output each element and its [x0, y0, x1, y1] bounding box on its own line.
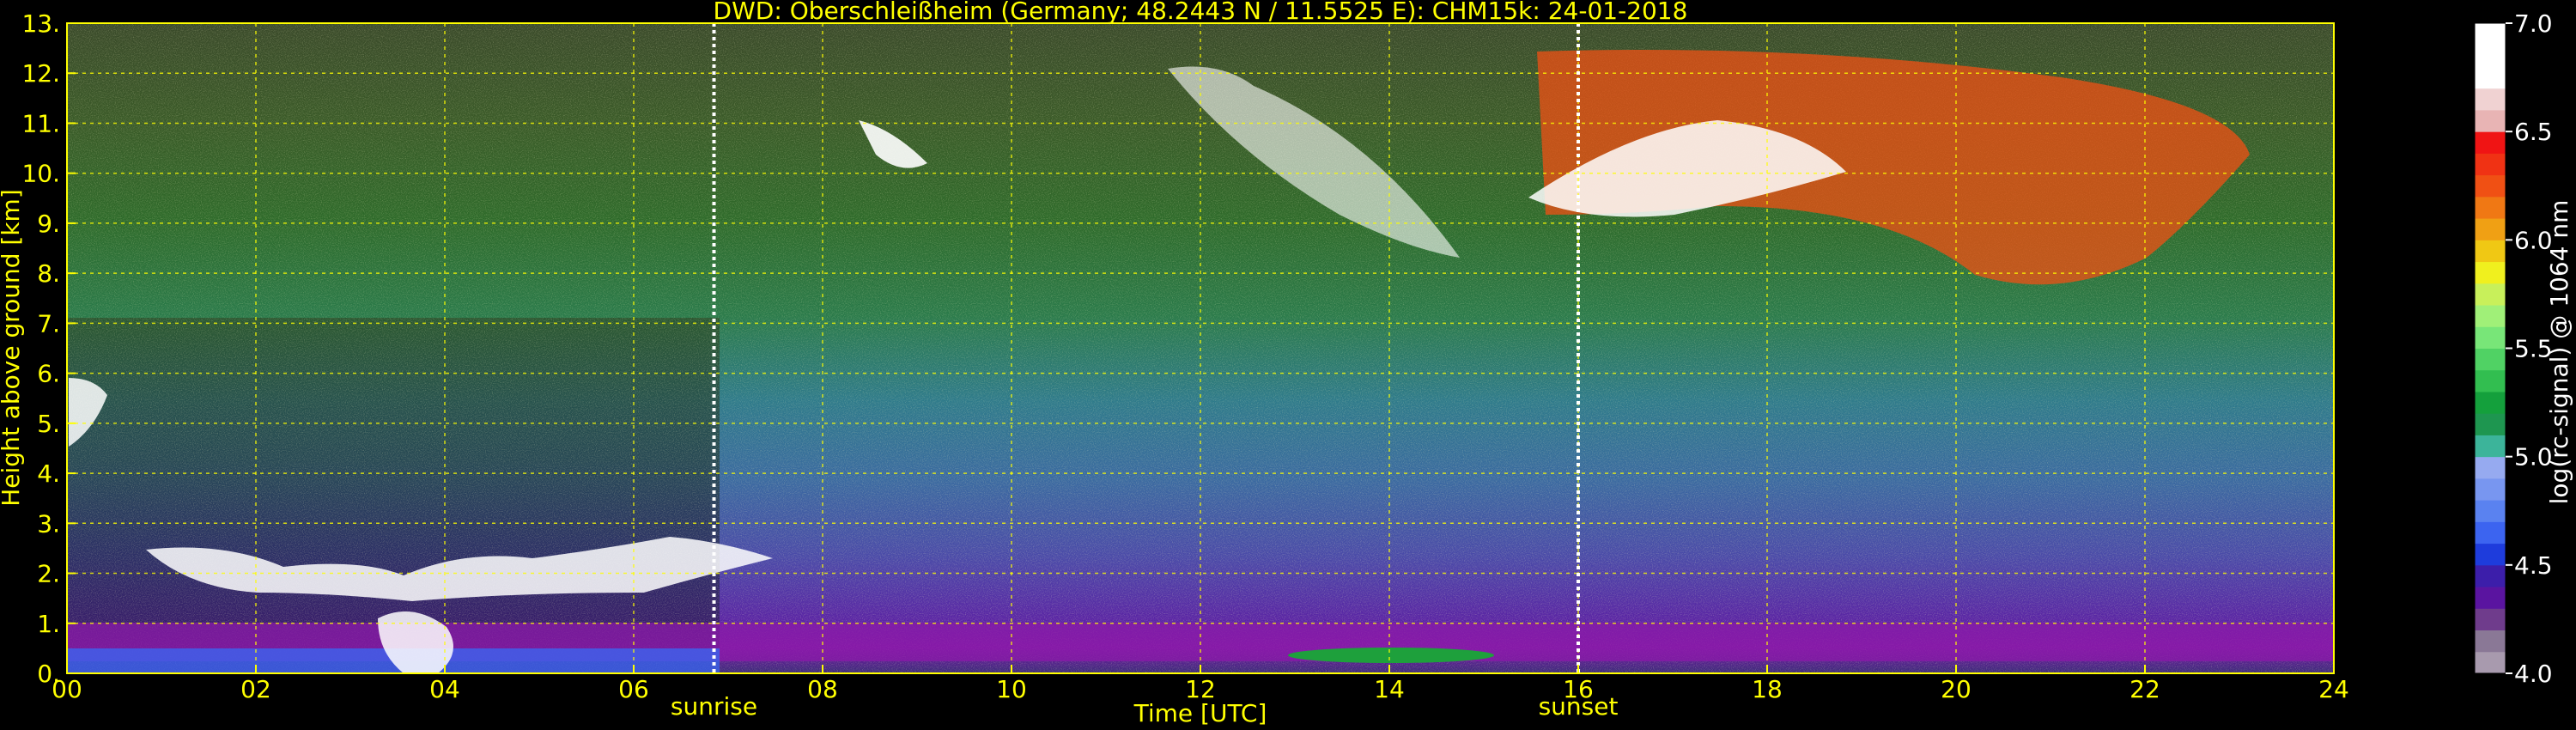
y-tick-label: 3. — [37, 509, 60, 538]
y-tick-label: 10. — [21, 160, 60, 188]
colorbar-segment — [2475, 305, 2506, 327]
x-tick-label: 14 — [1374, 675, 1405, 703]
colorbar-segment — [2475, 413, 2506, 435]
colorbar-tick-label: 4.5 — [2514, 551, 2553, 580]
y-tick-label: 1. — [37, 610, 60, 638]
x-tick-label: 22 — [2129, 675, 2160, 703]
y-tick-label: 7. — [37, 309, 60, 338]
ceilometer-chart: sunrise sunset 00 02 04 06 08 10 12 14 16 18 20 22 24… — [0, 0, 2573, 727]
colorbar-segment — [2475, 88, 2506, 111]
y-tick-label: 4. — [37, 459, 60, 488]
colorbar-tick-label: 7.0 — [2514, 9, 2553, 38]
colorbar-label: log(rc-signal) @ 1064 nm — [2545, 200, 2573, 505]
y-tick-label: 5. — [37, 410, 60, 438]
x-tick-label: 10 — [996, 675, 1027, 703]
x-tick-label: 24 — [2318, 675, 2349, 703]
colorbar-tick-label: 4.0 — [2514, 660, 2553, 688]
colorbar-tick-label: 6.5 — [2514, 118, 2553, 146]
colorbar-segment — [2475, 153, 2506, 176]
colorbar-segment — [2475, 521, 2506, 544]
colorbar-segment — [2475, 66, 2506, 89]
colorbar-segment — [2475, 587, 2506, 609]
green-aerosol-patch — [1288, 648, 1494, 663]
y-tick-label: 12. — [21, 59, 60, 88]
colorbar-segment — [2475, 218, 2506, 240]
y-tick-label: 6. — [37, 360, 60, 388]
colorbar-segment — [2475, 174, 2506, 198]
colorbar-segment — [2475, 348, 2506, 371]
colorbar-segment — [2475, 543, 2506, 566]
x-axis-label: Time [UTC] — [1133, 699, 1267, 727]
colorbar-segment — [2475, 630, 2506, 653]
y-tick-label: 9. — [37, 210, 60, 238]
x-tick-label: 02 — [240, 675, 271, 703]
colorbar-segment — [2475, 456, 2506, 479]
y-tick-label: 13. — [21, 9, 60, 38]
colorbar-segment — [2475, 196, 2506, 219]
colorbar-segment — [2475, 500, 2506, 522]
colorbar-segment — [2475, 326, 2506, 349]
colorbar-segment — [2475, 608, 2506, 631]
colorbar-segment — [2475, 283, 2506, 306]
colorbar-segment — [2475, 45, 2506, 67]
x-tick-label: 20 — [1941, 675, 1971, 703]
x-tick-label: 18 — [1752, 675, 1783, 703]
sunrise-label: sunrise — [671, 692, 757, 721]
chart-title: DWD: Oberschleißheim (Germany; 48.2443 N… — [714, 0, 1688, 25]
x-tick-label: 16 — [1563, 675, 1594, 703]
colorbar-segment — [2475, 391, 2506, 414]
colorbar-segment — [2475, 478, 2506, 501]
colorbar-segment — [2475, 435, 2506, 458]
x-tick-label: 06 — [618, 675, 649, 703]
colorbar-segment — [2475, 369, 2506, 392]
colorbar-segment — [2475, 651, 2506, 674]
colorbar-segment — [2475, 261, 2506, 284]
colorbar-segment — [2475, 109, 2506, 132]
colorbar — [2474, 22, 2506, 674]
y-tick-label: 2. — [37, 560, 60, 588]
colorbar-segment — [2475, 564, 2506, 587]
y-tick-label: 0. — [37, 660, 60, 688]
y-tick-label: 8. — [37, 259, 60, 288]
x-tick-label: 04 — [429, 675, 460, 703]
y-tick-label: 11. — [21, 109, 60, 137]
colorbar-segment — [2475, 240, 2506, 263]
x-tick-label: 08 — [807, 675, 838, 703]
colorbar-segment — [2475, 131, 2506, 154]
y-axis-label: Height above ground [km] — [0, 189, 25, 507]
colorbar-segment — [2475, 23, 2506, 46]
